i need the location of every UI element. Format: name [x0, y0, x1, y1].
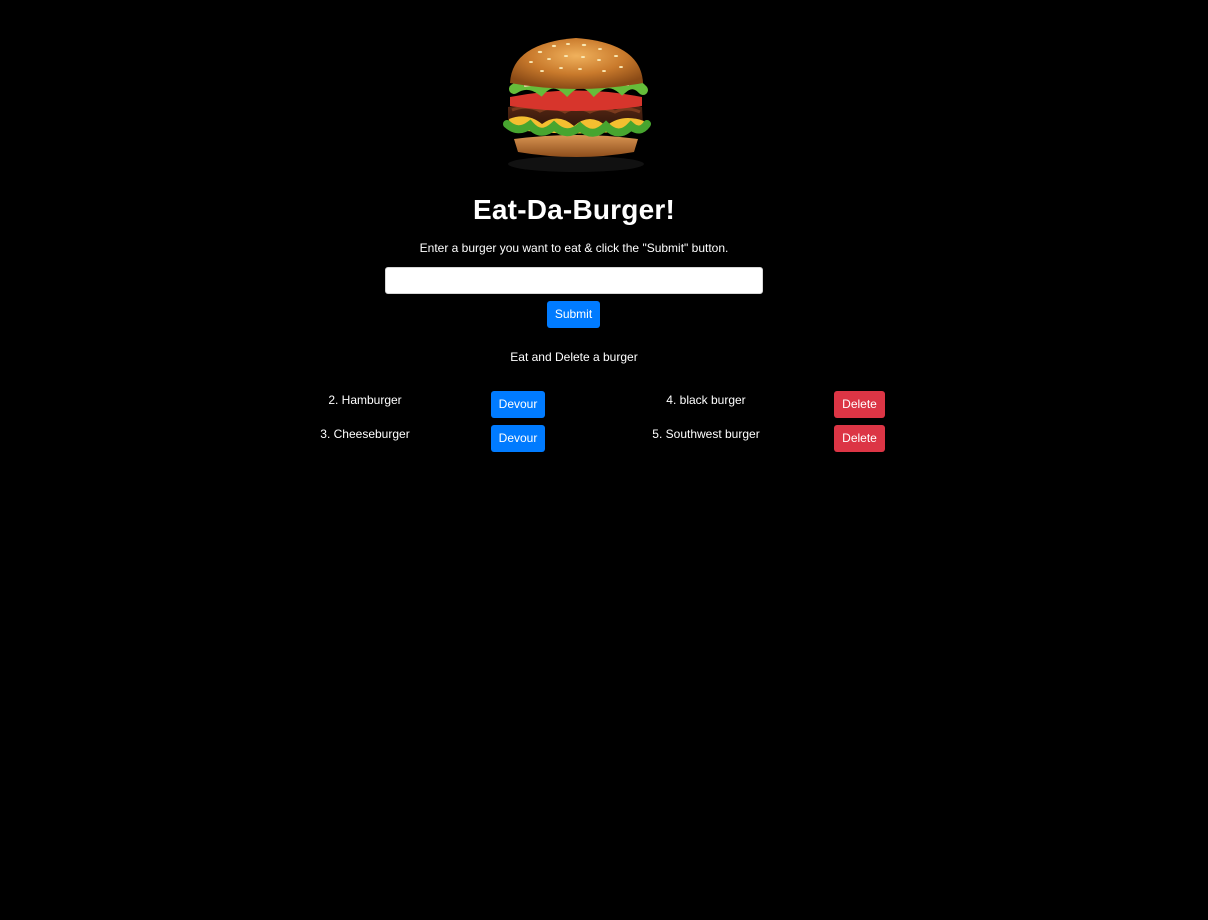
burger-app-page: Eat-Da-Burger! Enter a burger you want t…: [0, 0, 1208, 920]
burger-item-hamburger: 2. Hamburger: [328, 393, 402, 407]
burger-item-cheeseburger: 3. Cheeseburger: [320, 427, 410, 441]
burger-actions-heading: Eat and Delete a burger: [510, 350, 638, 364]
burger-name-input[interactable]: [385, 267, 763, 294]
instructions-text: Enter a burger you want to eat & click t…: [419, 241, 729, 255]
devour-button-hamburger[interactable]: Devour: [491, 391, 545, 418]
devour-button-cheeseburger[interactable]: Devour: [491, 425, 545, 452]
delete-button-southwest-burger[interactable]: Delete: [834, 425, 885, 452]
burger-item-black-burger: 4. black burger: [666, 393, 746, 407]
delete-button-black-burger[interactable]: Delete: [834, 391, 885, 418]
page-title: Eat-Da-Burger!: [473, 194, 675, 225]
burger-image: [503, 38, 651, 172]
burger-item-southwest-burger: 5. Southwest burger: [652, 427, 760, 441]
submit-button[interactable]: Submit: [547, 301, 600, 328]
